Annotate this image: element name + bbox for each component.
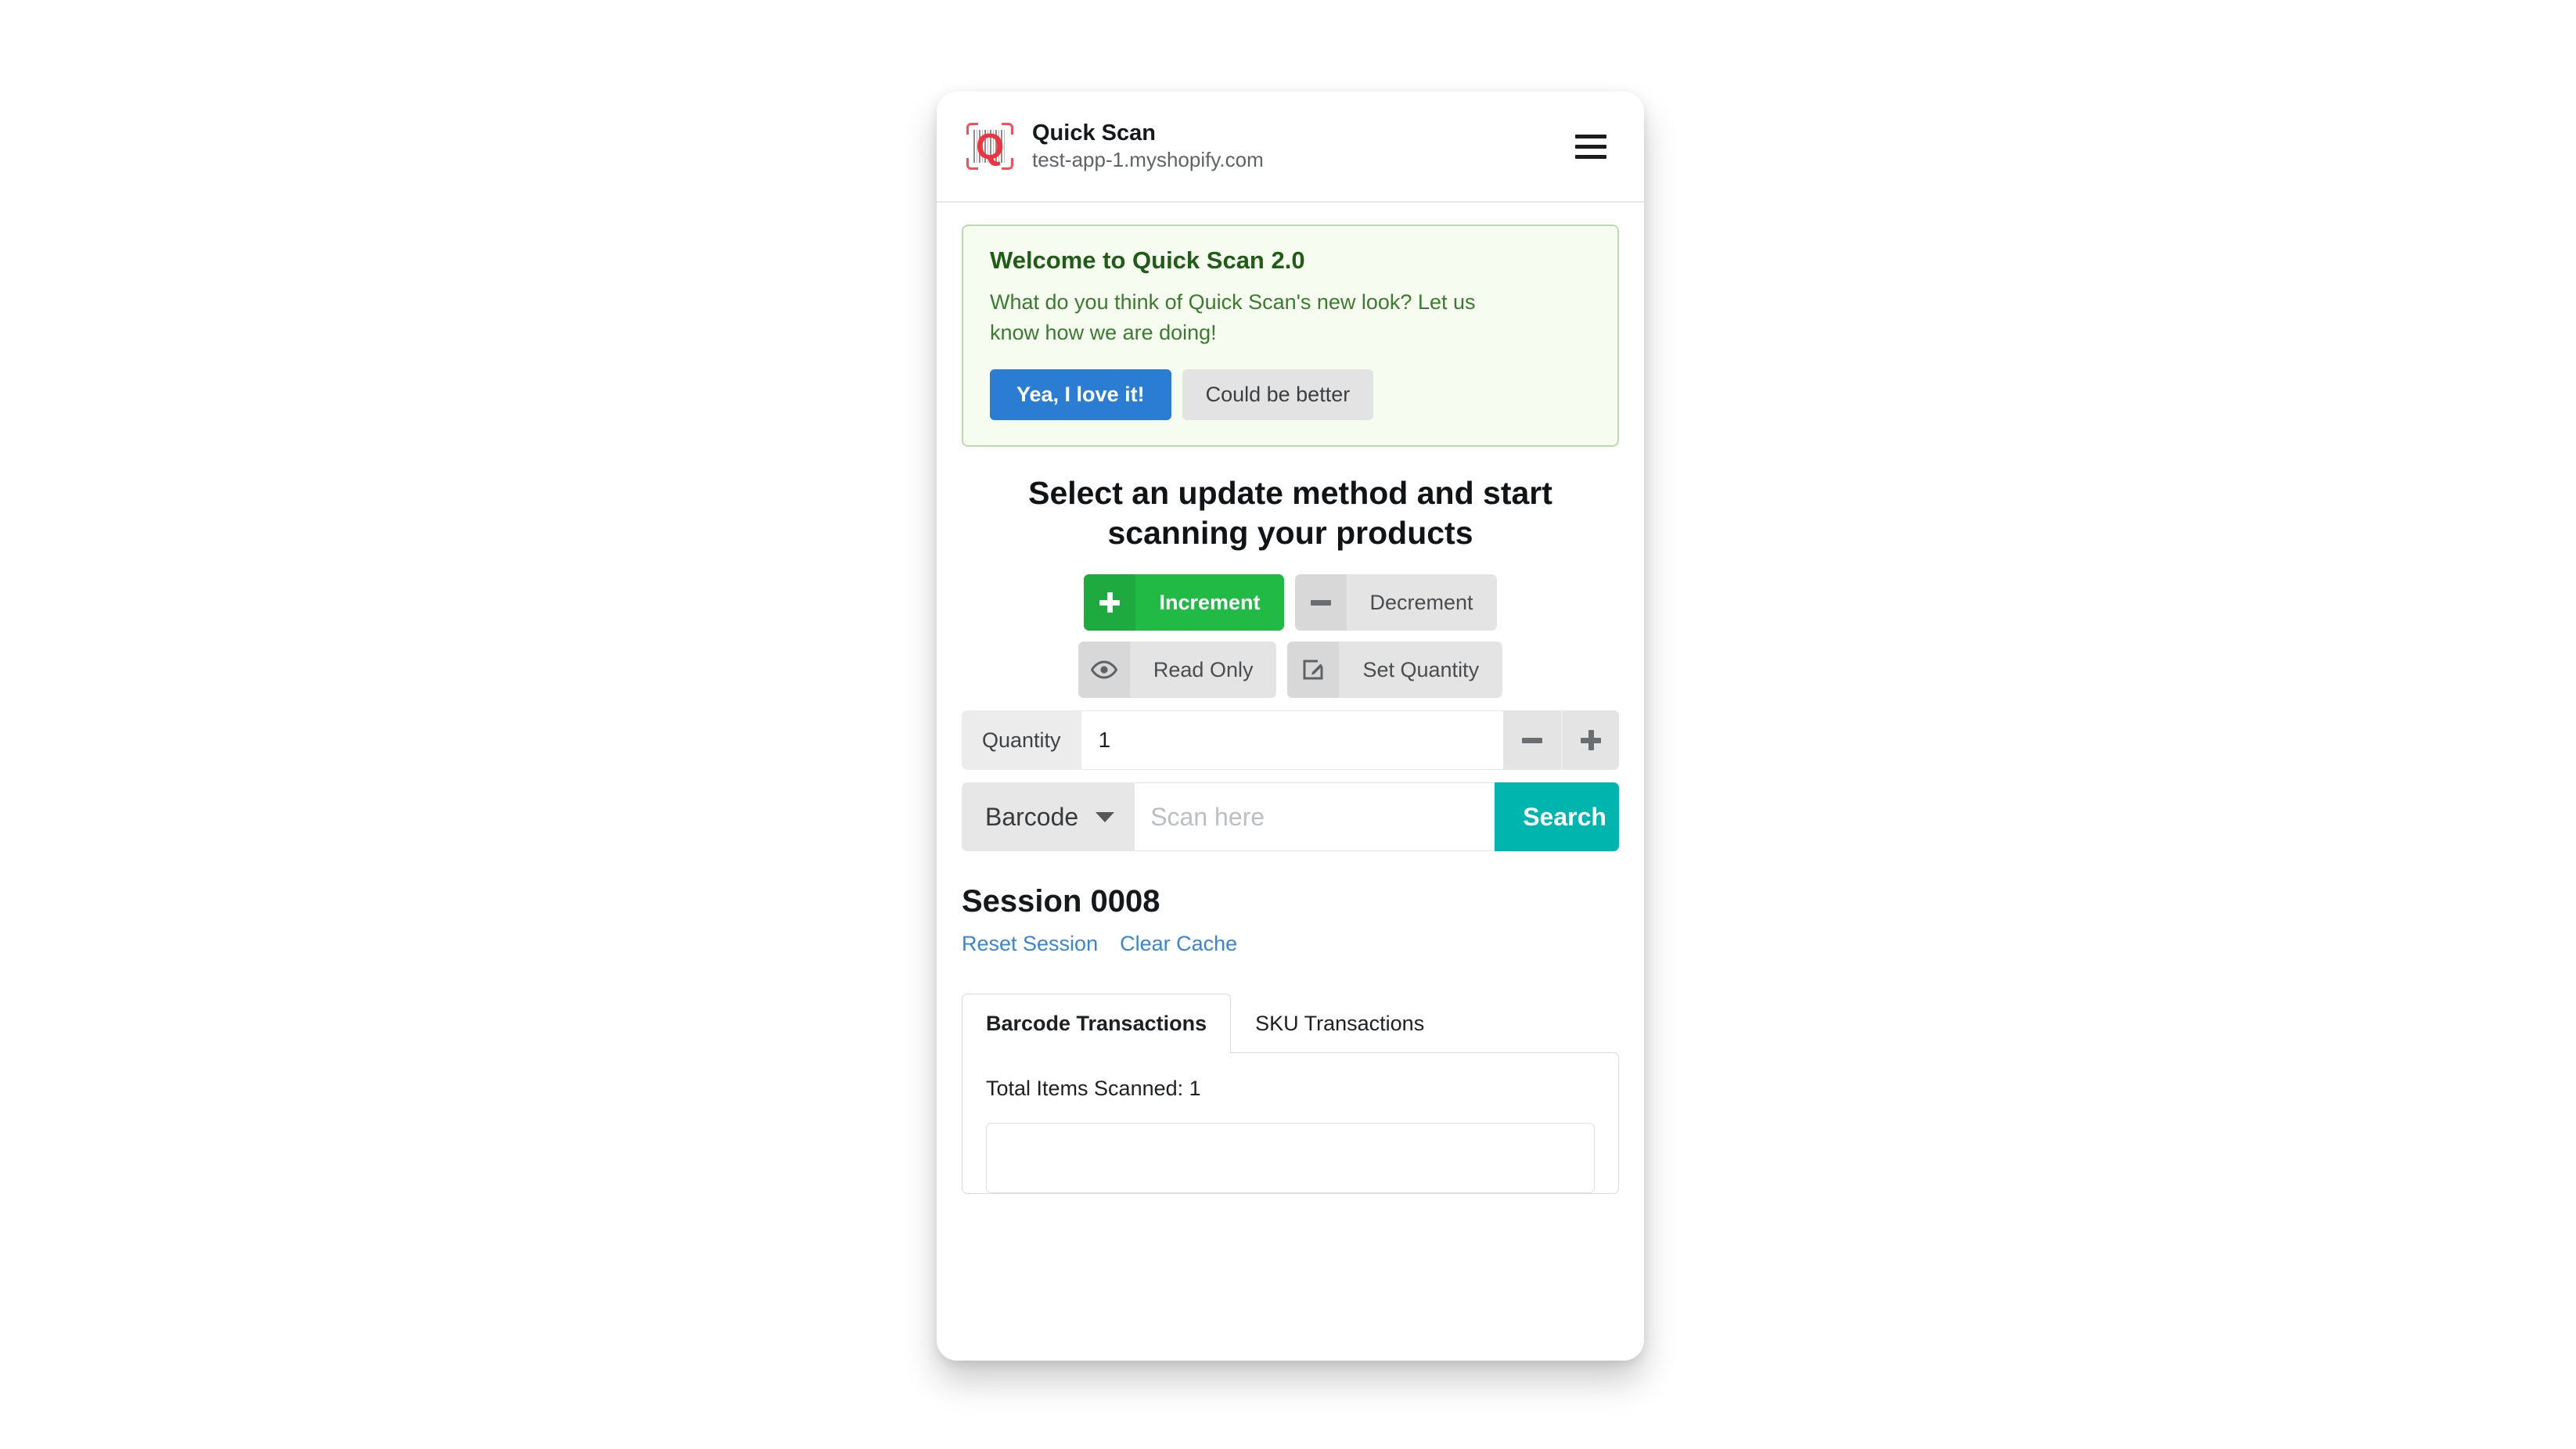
app-body: Welcome to Quick Scan 2.0 What do you th… (937, 225, 1644, 1195)
eye-icon (1078, 642, 1130, 699)
plus-icon (1084, 574, 1136, 631)
tab-barcode-transactions[interactable]: Barcode Transactions (962, 994, 1232, 1055)
set-quantity-method-label: Set Quantity (1362, 657, 1480, 681)
increment-method-label: Increment (1159, 590, 1261, 614)
session-links: Reset Session Clear Cache (962, 932, 1619, 956)
edit-square-icon (1287, 642, 1340, 699)
hamburger-menu-icon[interactable] (1575, 129, 1616, 164)
read-only-method-label: Read Only (1153, 657, 1254, 681)
decrement-method-button[interactable]: Decrement (1294, 574, 1497, 631)
transactions-panel: Total Items Scanned: 1 (962, 1052, 1619, 1195)
banner-actions: Yea, I love it! Could be better (990, 369, 1591, 420)
brand: Q Quick Scan test-app-1.myshopify.com (963, 120, 1264, 173)
chevron-down-icon (1096, 811, 1115, 822)
brand-text: Quick Scan test-app-1.myshopify.com (1032, 120, 1264, 173)
welcome-banner: Welcome to Quick Scan 2.0 What do you th… (962, 225, 1619, 447)
increment-method-button[interactable]: Increment (1084, 574, 1284, 631)
hamburger-bar (1575, 154, 1606, 159)
scan-input[interactable] (1135, 782, 1495, 852)
quantity-label: Quantity (962, 710, 1081, 771)
search-mode-label: Barcode (985, 802, 1079, 831)
scanner-corner-bottom-right (1002, 158, 1013, 170)
transactions-tabs: Barcode Transactions SKU Transactions (962, 994, 1619, 1055)
love-it-button[interactable]: Yea, I love it! (990, 369, 1171, 420)
set-quantity-method-button[interactable]: Set Quantity (1287, 642, 1503, 699)
shop-domain: test-app-1.myshopify.com (1032, 148, 1264, 172)
app-card: Q Quick Scan test-app-1.myshopify.com We… (937, 92, 1644, 1361)
read-only-method-button[interactable]: Read Only (1078, 642, 1277, 699)
total-items-scanned: Total Items Scanned: 1 (986, 1077, 1201, 1101)
transaction-list-item[interactable] (986, 1123, 1595, 1194)
session-title: Session 0008 (962, 884, 1160, 919)
search-button[interactable]: Search (1495, 782, 1619, 852)
update-method-row: Read Only Set Quantity (962, 642, 1619, 699)
scanner-corner-bottom-left (966, 158, 978, 170)
update-method-row: Increment Decrement (962, 574, 1619, 631)
search-mode-select[interactable]: Barcode (962, 782, 1135, 852)
app-title: Quick Scan (1032, 120, 1156, 146)
could-be-better-button[interactable]: Could be better (1182, 369, 1374, 420)
scanner-corner-top-right (1002, 123, 1013, 135)
quantity-decrement-button[interactable] (1503, 710, 1561, 771)
quantity-input[interactable] (1081, 710, 1503, 771)
app-header: Q Quick Scan test-app-1.myshopify.com (937, 92, 1644, 203)
update-method-group: Increment Decrement Read Only Set Quanti… (962, 574, 1619, 699)
banner-title: Welcome to Quick Scan 2.0 (990, 246, 1305, 274)
hamburger-bar (1575, 134, 1606, 138)
clear-cache-link[interactable]: Clear Cache (1120, 932, 1237, 956)
tab-sku-transactions[interactable]: SKU Transactions (1231, 994, 1448, 1053)
page-title: Select an update method and start scanni… (1028, 474, 1552, 552)
decrement-method-label: Decrement (1369, 590, 1473, 614)
scan-search-bar: Barcode Search (962, 782, 1619, 852)
quick-scan-logo-icon: Q (963, 120, 1016, 173)
quantity-increment-button[interactable] (1561, 710, 1619, 771)
scanner-corner-top-left (966, 123, 978, 135)
hamburger-bar (1575, 144, 1606, 149)
quantity-stepper: Quantity (962, 710, 1619, 771)
minus-icon (1294, 574, 1347, 631)
reset-session-link[interactable]: Reset Session (962, 932, 1098, 956)
banner-message: What do you think of Quick Scan's new lo… (990, 290, 1476, 345)
screen: Q Quick Scan test-app-1.myshopify.com We… (0, 0, 2576, 1449)
